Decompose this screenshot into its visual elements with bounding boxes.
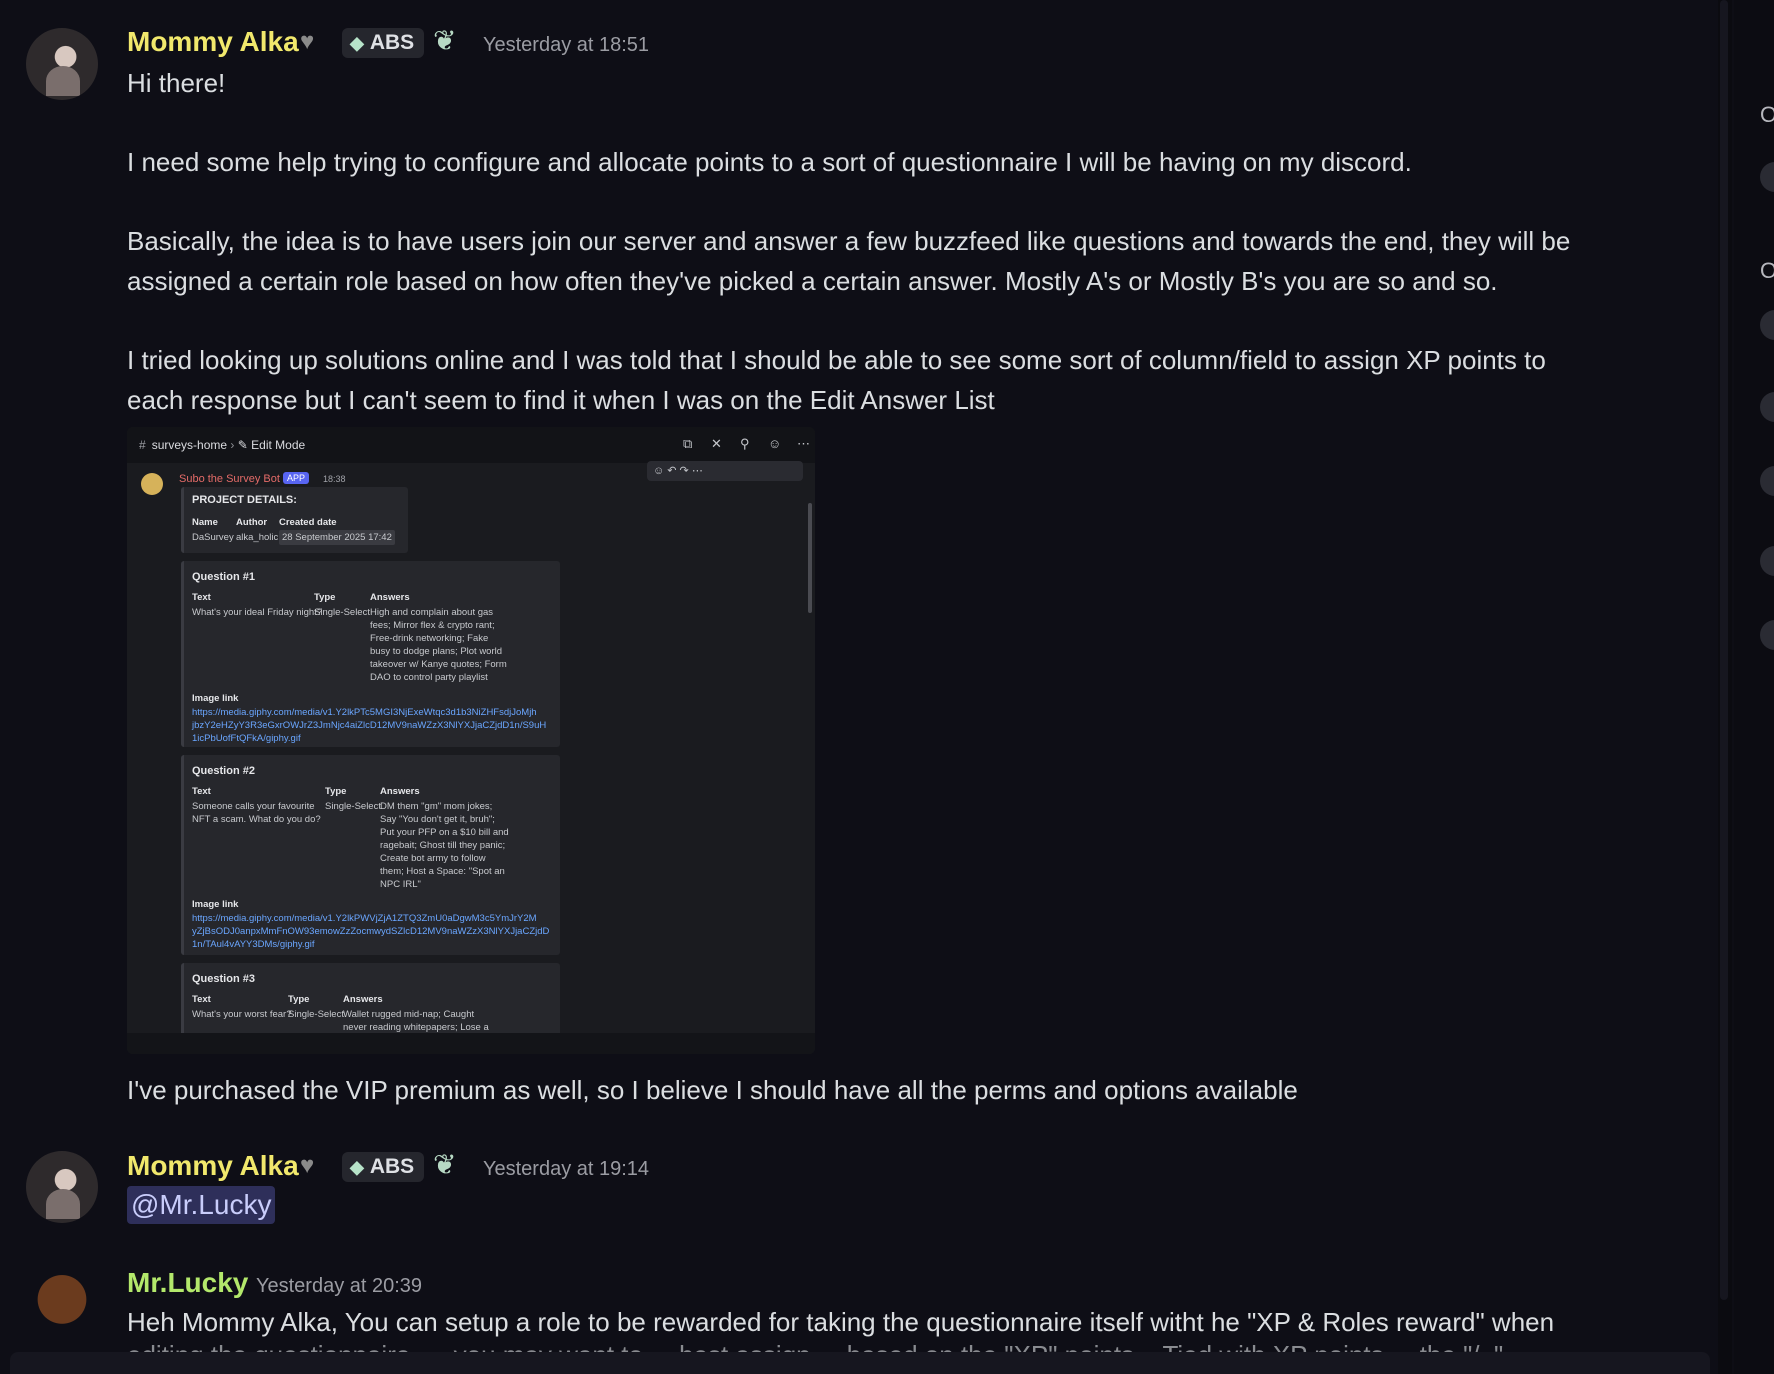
avatar[interactable] xyxy=(26,1267,98,1339)
col-header: Answers xyxy=(343,994,383,1005)
gem-icon: ◆ xyxy=(350,33,364,53)
question-type: Single-Select xyxy=(325,801,381,812)
image-link[interactable]: https://media.giphy.com/media/v1.Y2lkPWV… xyxy=(192,912,549,951)
question-text: Someone calls your favourite NFT a scam.… xyxy=(192,801,321,825)
message-text: I need some help trying to configure and… xyxy=(127,147,1412,177)
project-card: PROJECT DETAILS: Name Author Created dat… xyxy=(181,487,408,553)
col-header: Text xyxy=(192,994,211,1005)
gem-icon: ◆ xyxy=(350,1157,364,1177)
timestamp[interactable]: Yesterday at 20:39 xyxy=(256,1275,422,1298)
question-card: Question #1 Text Type Answers What's you… xyxy=(181,561,560,747)
right-panel-letter: O xyxy=(1760,102,1774,127)
message-text: Basically, the idea is to have users joi… xyxy=(127,226,1571,296)
embed-channel: surveys-home xyxy=(151,438,228,452)
image-link-label: Image link xyxy=(192,693,239,704)
question-card: Question #3 Text Type Answers What's you… xyxy=(181,963,560,1043)
message-text: I've purchased the VIP premium as well, … xyxy=(127,1075,1298,1105)
question-title: Question #3 xyxy=(192,973,255,985)
col-header: Name xyxy=(192,517,218,528)
col-header: Created date xyxy=(279,517,337,528)
message-text: I tried looking up solutions online and … xyxy=(127,345,1546,415)
image-link-label: Image link xyxy=(192,899,239,910)
composer-edge xyxy=(10,1352,1710,1374)
col-header: Text xyxy=(192,592,211,603)
user-mention[interactable]: @Mr.Lucky xyxy=(127,1186,276,1224)
timestamp[interactable]: Yesterday at 19:14 xyxy=(483,1158,649,1181)
author-name[interactable]: Mommy Alka xyxy=(127,26,299,58)
heart-icon: ♥ xyxy=(300,1152,315,1179)
question-card: Question #2 Text Type Answers Someone ca… xyxy=(181,755,560,955)
role-tag[interactable]: ◆ ABS xyxy=(342,1152,425,1182)
edit-icon: ✎ xyxy=(237,438,248,452)
project-name: DaSurvey xyxy=(192,532,234,543)
attached-image[interactable]: # surveys-home › ✎ Edit Mode ⧉ ✕ ⚲ ☺ ⋯ Su… xyxy=(127,427,815,1054)
right-panel-letter: O xyxy=(1760,258,1774,283)
image-link[interactable]: https://media.giphy.com/media/v1.Y2lkPTc… xyxy=(192,706,546,745)
col-header: Text xyxy=(192,786,211,797)
col-header: Type xyxy=(314,592,336,603)
role-tag[interactable]: ◆ ABS xyxy=(342,28,425,58)
question-answers: High and complain about gas fees; Mirror… xyxy=(370,607,507,683)
leaf-icon: ❦ xyxy=(433,1149,457,1180)
mute-icon: ✕ xyxy=(711,436,722,451)
heart-icon: ♥ xyxy=(300,28,315,55)
message-text: Hi there! xyxy=(127,68,226,98)
right-panel xyxy=(1734,0,1774,1374)
bot-time: 18:38 xyxy=(323,474,346,484)
avatar[interactable] xyxy=(26,1151,98,1223)
embed-breadcrumb: # surveys-home › ✎ Edit Mode xyxy=(139,438,306,452)
leaf-icon: ❦ xyxy=(433,25,457,56)
col-header: Type xyxy=(325,786,347,797)
question-type: Single-Select xyxy=(288,1009,344,1020)
threads-icon: ⧉ xyxy=(683,436,693,451)
question-text: What's your ideal Friday night? xyxy=(192,607,323,618)
author-name[interactable]: Mr.Lucky xyxy=(127,1267,248,1299)
bot-avatar xyxy=(141,473,163,495)
question-answers: DM them "gm" mom jokes; Say "You don't g… xyxy=(380,801,509,890)
bot-name: Subo the Survey Bot xyxy=(179,473,280,485)
timestamp[interactable]: Yesterday at 18:51 xyxy=(483,34,649,57)
embed-scrollbar xyxy=(808,503,812,613)
project-date: 28 September 2025 17:42 xyxy=(279,530,395,545)
scroll-thumb[interactable] xyxy=(1720,0,1728,1300)
question-title: Question #2 xyxy=(192,765,255,777)
col-header: Author xyxy=(236,517,268,528)
avatar[interactable] xyxy=(26,28,98,100)
hash-icon: # xyxy=(139,438,146,452)
message-text: Heh Mommy Alka, You can setup a role to … xyxy=(127,1307,1555,1337)
more-icon: ⋯ xyxy=(797,436,810,451)
col-header: Type xyxy=(288,994,310,1005)
role-tag-label: ABS xyxy=(369,1155,415,1178)
message-actions: ☺ ↶ ↷ ⋯ xyxy=(647,461,803,481)
question-type: Single-Select xyxy=(314,607,370,618)
embed-mode: Edit Mode xyxy=(251,438,306,452)
project-title: PROJECT DETAILS: xyxy=(192,494,297,506)
col-header: Answers xyxy=(380,786,420,797)
question-text: What's your worst fear? xyxy=(192,1009,292,1020)
col-header: Answers xyxy=(370,592,410,603)
author-name[interactable]: Mommy Alka xyxy=(127,1150,299,1182)
members-icon: ☺ xyxy=(768,436,782,451)
app-badge: APP xyxy=(283,472,310,484)
embed-bottom-bar xyxy=(127,1033,815,1054)
project-author: alka_holic xyxy=(236,532,279,543)
role-tag-label: ABS xyxy=(369,31,415,54)
question-answers: Wallet rugged mid-nap; Caught never read… xyxy=(343,1009,489,1033)
question-title: Question #1 xyxy=(192,571,255,583)
pin-icon: ⚲ xyxy=(740,436,750,451)
